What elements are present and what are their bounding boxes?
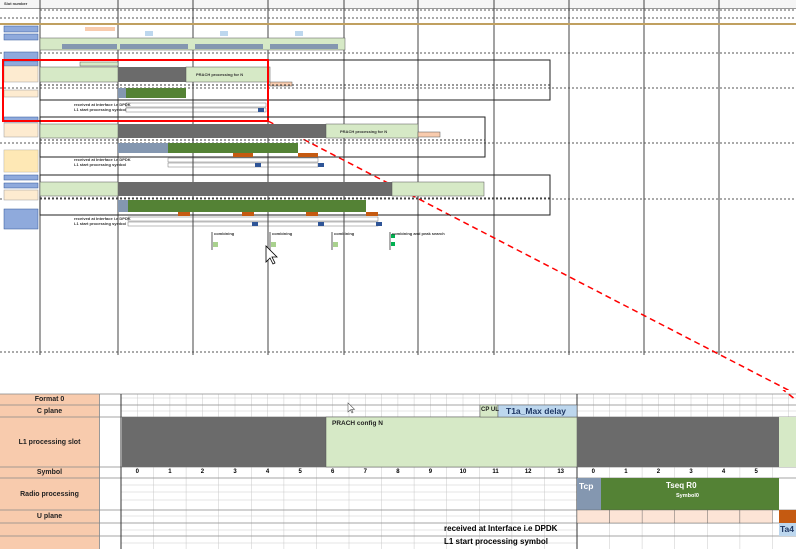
symbol-number: 10 <box>459 469 467 475</box>
symbol-number: 0 <box>591 469 595 475</box>
combining-label-2: combining <box>272 231 293 236</box>
symbol-number: 3 <box>689 469 693 475</box>
symbol-number: 2 <box>656 469 661 475</box>
symbol-number: 6 <box>331 469 335 475</box>
symbol-number: 4 <box>721 469 726 475</box>
symbol-number: 7 <box>363 469 367 475</box>
l1-start-label-1: L1 start processing symbol <box>74 107 127 112</box>
symbol-number: 4 <box>265 469 270 475</box>
received-label: received at Interface i.e DPDK <box>444 524 558 533</box>
symbol-number: 5 <box>298 469 302 475</box>
uplane-cell <box>739 509 773 524</box>
l1-start-label-2: L1 start processing symbol <box>74 162 127 167</box>
uplane-cell <box>576 509 610 524</box>
symbol-number: 1 <box>168 469 172 475</box>
l1-start-label-3: L1 start processing symbol <box>74 221 127 226</box>
uplane-cell <box>707 509 741 524</box>
symbol-number: 11 <box>492 469 499 475</box>
uplane-cell <box>674 509 708 524</box>
symbol-number: 13 <box>557 469 565 475</box>
l1-start-label: L1 start processing symbol <box>444 537 549 546</box>
combining-label-4: combining and peak search <box>392 231 445 236</box>
overview-grid <box>0 0 796 390</box>
prach-config-label: PRACH config N <box>332 420 383 427</box>
tseq-label: Tseq R0 <box>666 481 697 490</box>
symbol0-label: Symbol0 <box>676 493 699 499</box>
symbol-number: 0 <box>135 469 139 475</box>
prach-label-1: PRACH processing for N <box>196 72 244 77</box>
symbol-number: 9 <box>428 469 433 475</box>
prach-label-2: PRACH processing for N <box>340 129 388 134</box>
symbol-number: 1 <box>624 469 628 475</box>
symbol-number: 2 <box>200 469 205 475</box>
symbol-number: 3 <box>233 469 237 475</box>
symbol-number: 12 <box>524 469 532 475</box>
t1a-label: T1a_Max delay <box>506 406 567 416</box>
ta4-label: Ta4 <box>780 524 795 534</box>
cp-ul-label: CP UL <box>481 407 499 413</box>
combining-label-3: combining <box>334 231 355 236</box>
uplane-cell <box>609 509 643 524</box>
combining-label-1: combining <box>214 231 235 236</box>
symbol-number: 8 <box>396 469 400 475</box>
tcp-label: Tcp <box>579 481 594 491</box>
symbol-number: 5 <box>754 469 758 475</box>
uplane-cell <box>641 509 675 524</box>
zoom-detail: Format 0 C plane L1 processing slot Symb… <box>0 390 796 549</box>
overview-diagram: Slot number PRACH processing for N PRACH… <box>0 0 796 390</box>
